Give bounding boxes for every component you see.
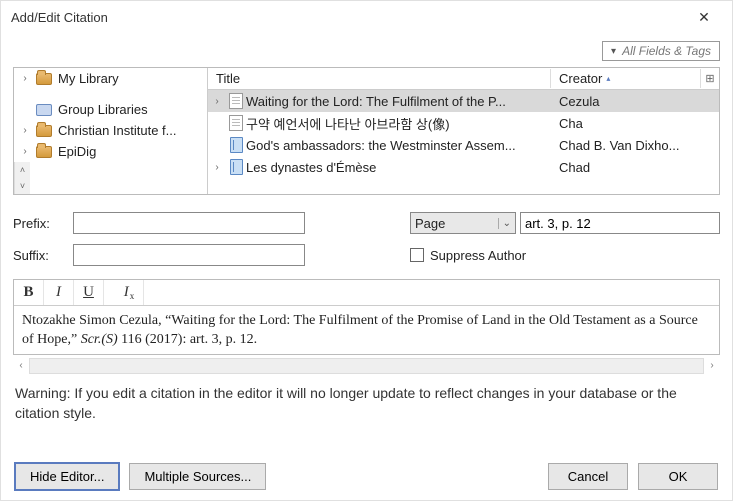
editor-hscroll[interactable]: ‹ › — [13, 357, 720, 375]
book-icon — [230, 137, 243, 153]
prefix-label: Prefix: — [13, 216, 69, 231]
sidebar-item-group-libraries: Group Libraries — [14, 99, 207, 120]
suffix-label: Suffix: — [13, 248, 69, 263]
citation-text-suffix: 116 (2017): art. 3, p. 12. — [118, 332, 257, 347]
checkbox-icon — [410, 248, 424, 262]
folder-icon — [36, 125, 52, 137]
library-panes: › My Library Group Libraries › Christian… — [13, 67, 720, 195]
search-scope-dropdown[interactable]: ▾ All Fields & Tags — [602, 41, 720, 61]
dialog-window: Add/Edit Citation ✕ ▾ All Fields & Tags … — [0, 0, 733, 501]
sort-asc-icon: ▴ — [606, 74, 610, 83]
item-creator: Cha — [551, 116, 719, 131]
hide-editor-button[interactable]: Hide Editor... — [15, 463, 119, 490]
chevron-down-icon: ▾ — [611, 46, 616, 57]
sidebar-scrollbar[interactable]: ˄ ˅ — [14, 162, 30, 194]
clear-formatting-button[interactable]: Ix — [114, 280, 144, 305]
scroll-down-icon[interactable]: ˅ — [15, 178, 30, 194]
group-icon — [36, 104, 52, 116]
sidebar-item-label: EpiDig — [58, 144, 96, 159]
column-picker-icon: ⊞ — [705, 73, 714, 85]
suppress-author-checkbox[interactable]: Suppress Author — [410, 248, 720, 263]
item-creator: Cezula — [551, 94, 719, 109]
underline-button[interactable]: U — [74, 280, 104, 305]
editor-content[interactable]: Ntozakhe Simon Cezula, “Waiting for the … — [14, 306, 719, 354]
item-title: Waiting for the Lord: The Fulfilment of … — [246, 94, 551, 109]
citation-editor: B I U Ix Ntozakhe Simon Cezula, “Waiting… — [13, 279, 720, 355]
folder-icon — [36, 73, 52, 85]
column-header-label: Creator — [559, 71, 602, 86]
folder-icon — [36, 146, 52, 158]
list-item[interactable]: › Waiting for the Lord: The Fulfilment o… — [208, 90, 719, 112]
sidebar-item-label: Group Libraries — [58, 102, 148, 117]
editor-toolbar: B I U Ix — [14, 280, 719, 306]
dialog-content: ▾ All Fields & Tags › My Library Group — [1, 33, 732, 500]
expand-icon[interactable]: › — [20, 73, 30, 84]
locator-type-label: Page — [415, 216, 445, 231]
expand-icon[interactable]: › — [208, 96, 226, 107]
sidebar-item-label: My Library — [58, 71, 119, 86]
sidebar-item-collection[interactable]: › EpiDig — [14, 141, 207, 162]
locator-type-select[interactable]: Page ⌄ — [410, 212, 516, 234]
window-title: Add/Edit Citation — [11, 10, 108, 25]
list-item[interactable]: 구약 예언서에 나타난 아브라함 상(像) Cha — [208, 112, 719, 134]
prefix-input[interactable] — [73, 212, 305, 234]
list-item[interactable]: › Les dynastes d'Émèse Chad — [208, 156, 719, 178]
close-button[interactable]: ✕ — [684, 1, 724, 33]
bold-button[interactable]: B — [14, 280, 44, 305]
list-item[interactable]: God's ambassadors: the Westminster Assem… — [208, 134, 719, 156]
search-scope-label: All Fields & Tags — [622, 44, 711, 58]
sidebar-item-collection[interactable]: › Christian Institute f... — [14, 120, 207, 141]
chevron-down-icon: ⌄ — [498, 218, 511, 229]
titlebar: Add/Edit Citation ✕ — [1, 1, 732, 33]
sidebar-item-label: Christian Institute f... — [58, 123, 177, 138]
expand-icon[interactable]: › — [20, 146, 30, 157]
item-creator: Chad B. Van Dixho... — [551, 138, 719, 153]
suppress-author-label: Suppress Author — [430, 248, 526, 263]
scroll-right-icon[interactable]: › — [704, 360, 720, 371]
locator-input[interactable] — [520, 212, 720, 234]
button-bar: Hide Editor... Multiple Sources... Cance… — [13, 457, 720, 492]
cancel-button[interactable]: Cancel — [548, 463, 628, 490]
book-icon — [230, 159, 243, 175]
sidebar-item-my-library[interactable]: › My Library — [14, 68, 207, 89]
ok-button[interactable]: OK — [638, 463, 718, 490]
multiple-sources-button[interactable]: Multiple Sources... — [129, 463, 266, 490]
scroll-track[interactable] — [29, 358, 704, 374]
expand-icon[interactable]: › — [20, 125, 30, 136]
scroll-up-icon[interactable]: ˄ — [15, 162, 30, 178]
item-creator: Chad — [551, 160, 719, 175]
item-title: God's ambassadors: the Westminster Assem… — [246, 138, 551, 153]
article-icon — [229, 93, 243, 109]
article-icon — [229, 115, 243, 131]
locator-grid: Prefix: Page ⌄ Suffix: Suppress Author — [13, 209, 720, 269]
citation-text-italic: Scr.(S) — [81, 332, 118, 347]
expand-icon[interactable]: › — [208, 162, 226, 173]
items-list: Title Creator ▴ ⊞ › Waiting for the Lord… — [208, 68, 719, 194]
library-tree: › My Library Group Libraries › Christian… — [14, 68, 208, 194]
scroll-left-icon[interactable]: ‹ — [13, 360, 29, 371]
item-title: Les dynastes d'Émèse — [246, 160, 551, 175]
close-icon: ✕ — [698, 9, 710, 26]
item-title: 구약 예언서에 나타난 아브라함 상(像) — [246, 114, 551, 133]
italic-button[interactable]: I — [44, 280, 74, 305]
suffix-input[interactable] — [73, 244, 305, 266]
list-header: Title Creator ▴ ⊞ — [208, 68, 719, 90]
column-header-creator[interactable]: Creator ▴ — [551, 69, 701, 88]
column-header-title[interactable]: Title — [208, 69, 551, 88]
column-picker-button[interactable]: ⊞ — [701, 72, 719, 85]
editor-warning: Warning: If you edit a citation in the e… — [15, 383, 718, 424]
